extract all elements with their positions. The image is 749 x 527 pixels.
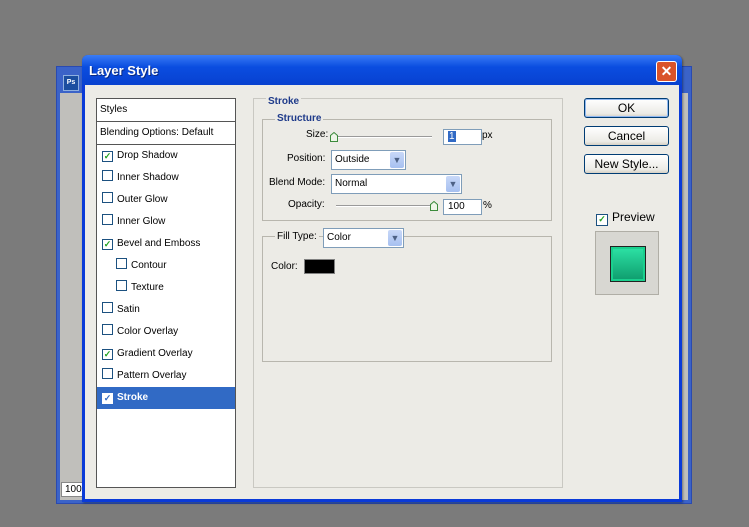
close-button[interactable]: ✕: [656, 61, 677, 82]
structure-group: Structure Size: 1 px Position: Outside ▼…: [262, 113, 552, 221]
chevron-down-icon[interactable]: ▼: [446, 176, 460, 192]
fill-type-dropdown[interactable]: Color ▼: [323, 228, 404, 248]
fill-type-label: Fill Type:: [275, 231, 319, 242]
dialog-titlebar[interactable]: Layer Style ✕: [82, 55, 682, 85]
stroke-section-title: Stroke: [266, 96, 302, 107]
size-slider-thumb[interactable]: [330, 132, 338, 142]
style-item-inner-glow[interactable]: Inner Glow: [97, 211, 235, 233]
style-item-bevel-and-emboss[interactable]: ✓ Bevel and Emboss: [97, 233, 235, 255]
checkbox-icon[interactable]: [102, 324, 113, 335]
style-item-inner-shadow[interactable]: Inner Shadow: [97, 167, 235, 189]
position-value: Outside: [335, 154, 370, 165]
style-item-color-overlay[interactable]: Color Overlay: [97, 321, 235, 343]
preview-swatch: [610, 246, 646, 282]
opacity-slider-thumb[interactable]: [430, 201, 438, 211]
checkbox-icon[interactable]: ✓: [102, 349, 113, 360]
style-item-label: Color Overlay: [117, 326, 179, 337]
blend-mode-label: Blend Mode:: [269, 177, 326, 188]
opacity-label: Opacity:: [288, 199, 325, 210]
close-icon: ✕: [660, 63, 673, 79]
style-item-label: Drop Shadow: [117, 150, 178, 161]
checkbox-icon[interactable]: ✓: [102, 393, 113, 404]
style-item-gradient-overlay[interactable]: ✓ Gradient Overlay: [97, 343, 235, 365]
layer-style-dialog: Layer Style ✕ Styles Blending Options: D…: [82, 55, 682, 502]
style-item-label: Satin: [117, 304, 140, 315]
size-value: 1: [448, 131, 456, 142]
checkbox-icon[interactable]: [102, 214, 113, 225]
style-item-label: Contour: [131, 260, 167, 271]
blending-options-item[interactable]: Blending Options: Default: [97, 122, 235, 145]
dialog-title: Layer Style: [89, 63, 159, 78]
preview-checkbox[interactable]: ✓ Preview: [596, 210, 655, 226]
checkbox-icon[interactable]: ✓: [102, 239, 113, 250]
style-item-label: Inner Shadow: [117, 172, 179, 183]
fill-type-value: Color: [327, 232, 351, 243]
checkbox-icon[interactable]: [102, 192, 113, 203]
size-unit: px: [482, 130, 493, 141]
style-item-stroke[interactable]: ✓ Stroke: [97, 387, 235, 409]
style-item-satin[interactable]: Satin: [97, 299, 235, 321]
new-style-button[interactable]: New Style...: [584, 154, 669, 174]
size-slider-track[interactable]: [334, 136, 432, 138]
style-item-label: Gradient Overlay: [117, 348, 193, 359]
stroke-color-swatch[interactable]: [304, 259, 335, 274]
opacity-slider-track[interactable]: [336, 205, 434, 207]
size-input[interactable]: 1: [443, 129, 482, 145]
blend-mode-dropdown[interactable]: Normal ▼: [331, 174, 462, 194]
style-item-drop-shadow[interactable]: ✓ Drop Shadow: [97, 145, 235, 167]
cancel-button[interactable]: Cancel: [584, 126, 669, 146]
checkbox-icon[interactable]: ✓: [596, 214, 608, 226]
style-item-label: Outer Glow: [117, 194, 168, 205]
opacity-unit: %: [483, 200, 492, 211]
style-item-label: Bevel and Emboss: [117, 238, 201, 249]
checkbox-icon[interactable]: ✓: [102, 151, 113, 162]
position-dropdown[interactable]: Outside ▼: [331, 150, 406, 170]
fill-type-group: Fill Type: Color ▼ Color:: [262, 228, 552, 362]
stroke-panel: Stroke Structure Size: 1 px Position: Ou…: [253, 96, 563, 488]
style-item-contour[interactable]: Contour: [97, 255, 235, 277]
photoshop-icon: Ps: [63, 75, 79, 91]
chevron-down-icon[interactable]: ▼: [388, 230, 402, 246]
checkbox-icon[interactable]: [102, 302, 113, 313]
checkbox-icon[interactable]: [102, 368, 113, 379]
structure-title: Structure: [275, 113, 324, 124]
style-item-label: Texture: [131, 282, 164, 293]
style-item-label: Stroke: [117, 392, 149, 403]
style-item-texture[interactable]: Texture: [97, 277, 235, 299]
style-preview: [595, 231, 659, 295]
preview-label: Preview: [612, 210, 655, 224]
style-item-outer-glow[interactable]: Outer Glow: [97, 189, 235, 211]
blend-mode-value: Normal: [335, 178, 368, 189]
checkbox-icon[interactable]: [116, 258, 127, 269]
opacity-input[interactable]: 100: [443, 199, 482, 215]
styles-header[interactable]: Styles: [97, 99, 235, 122]
size-label: Size:: [306, 129, 329, 140]
color-label: Color:: [271, 261, 298, 272]
checkbox-icon[interactable]: [116, 280, 127, 291]
styles-list: Styles Blending Options: Default ✓ Drop S…: [96, 98, 236, 488]
style-item-label: Pattern Overlay: [117, 370, 187, 381]
dialog-body: Styles Blending Options: Default ✓ Drop S…: [85, 85, 679, 499]
style-item-label: Inner Glow: [117, 216, 166, 227]
style-item-pattern-overlay[interactable]: Pattern Overlay: [97, 365, 235, 387]
checkbox-icon[interactable]: [102, 170, 113, 181]
position-label: Position:: [287, 153, 326, 164]
ok-button[interactable]: OK: [584, 98, 669, 118]
chevron-down-icon[interactable]: ▼: [390, 152, 404, 168]
